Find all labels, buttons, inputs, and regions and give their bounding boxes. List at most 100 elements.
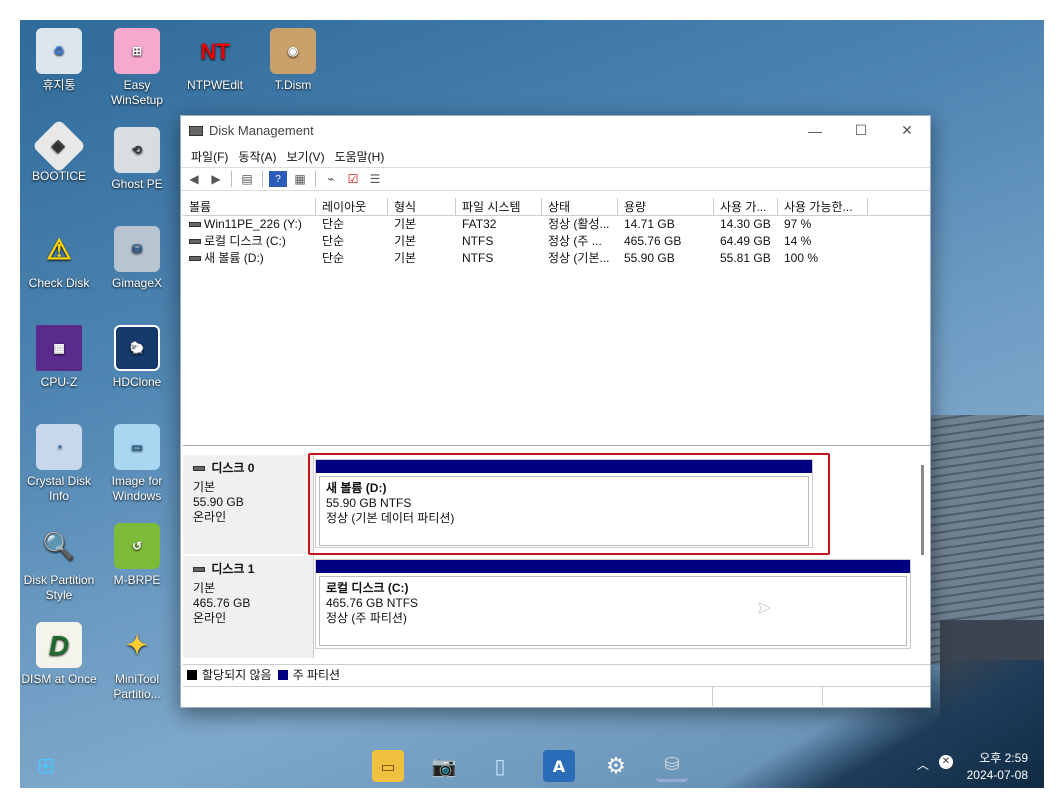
desktop-icon-minitool[interactable]: ✦ MiniTool Partitio...: [98, 622, 176, 702]
letter-d-icon: D: [36, 622, 82, 668]
partition-title: 로컬 디스크 (C:): [326, 581, 409, 595]
drive-icon: [189, 239, 201, 245]
volume-free-space: 14.30 GB: [720, 217, 771, 231]
checklist-icon[interactable]: ☑: [344, 171, 362, 187]
maximize-button[interactable]: ☐: [838, 116, 884, 145]
tray-chevron-icon[interactable]: ︿: [917, 756, 929, 773]
desktop-icon-tdism[interactable]: ◉ T.Dism: [254, 28, 332, 93]
disk-kind: 기본: [193, 480, 216, 494]
drive-icon: [193, 466, 205, 472]
legend: 할당되지 않음 주 파티션: [183, 664, 930, 684]
desktop-icon-cpu-z[interactable]: ▦ CPU-Z: [20, 325, 98, 390]
desktop-icon-label: Crystal Disk Info: [26, 474, 91, 503]
help-icon[interactable]: ?: [269, 171, 287, 187]
volume-list-header: 볼륨 레이아웃 형식 파일 시스템 상태 용량 사용 가... 사용 가능한..…: [183, 198, 930, 216]
desktop-icon-dism-at-once[interactable]: D DISM at Once: [20, 622, 98, 687]
disk-1-label[interactable]: 디스크 1 기본 465.76 GB 온라인: [183, 556, 314, 658]
floppy-disk-icon: ▣: [32, 119, 86, 173]
desktop-icon-m-brpe[interactable]: ↺ M-BRPE: [98, 523, 176, 588]
desktop-icon-crystal-disk-info[interactable]: ◔ Crystal Disk Info: [20, 424, 98, 504]
settings-list-icon[interactable]: ☰: [366, 171, 384, 187]
drive-icon: [189, 222, 201, 228]
warning-drive-icon: ⚠: [46, 233, 72, 265]
close-button[interactable]: ✕: [884, 116, 930, 145]
file-explorer-icon[interactable]: ▭: [372, 750, 404, 782]
screenshot-tool-icon[interactable]: 📷: [428, 750, 460, 782]
wand-drive-icon: ✦: [126, 629, 148, 660]
desktop-icon-image-for-windows[interactable]: ▭ Image for Windows: [98, 424, 176, 504]
disk-size: 465.76 GB: [193, 596, 251, 610]
restore-drive-icon: ⟲: [114, 127, 160, 173]
graph-scrollbar[interactable]: [921, 465, 924, 555]
menu-view[interactable]: 보기(V): [282, 148, 328, 165]
desktop-icon-bootice[interactable]: ▣ BOOTICE: [20, 119, 98, 184]
desktop-icon-label: HDClone: [112, 375, 162, 389]
volume-type: 기본: [394, 217, 417, 231]
properties-icon[interactable]: ▦: [291, 171, 309, 187]
desktop-icon-label: T.Dism: [274, 78, 312, 92]
display-tool-icon[interactable]: ▯: [484, 750, 516, 782]
desktop-icon-check-disk[interactable]: ⚠ Check Disk: [20, 226, 98, 291]
console-tree-icon[interactable]: ▤: [238, 171, 256, 187]
sheep-drive-icon: 🐑: [114, 325, 160, 371]
table-row[interactable]: Win11PE_226 (Y:) 단순 기본 FAT32 정상 (활성... 1…: [183, 216, 930, 233]
column-header-free-space[interactable]: 사용 가...: [714, 198, 778, 215]
column-header-capacity[interactable]: 용량: [618, 198, 714, 215]
primary-partition-bar: [316, 560, 910, 573]
menu-help[interactable]: 도움말(H): [331, 148, 389, 165]
legend-unallocated-swatch: [187, 669, 197, 680]
desktop-icon-ghost-pe[interactable]: ⟲ Ghost PE: [98, 127, 176, 192]
clock[interactable]: 오후 2:59 2024-07-08: [967, 750, 1028, 784]
legend-unallocated-label: 할당되지 않음: [202, 668, 272, 682]
tray-close-icon[interactable]: ✕: [939, 755, 953, 769]
volume-type: 기본: [394, 251, 417, 265]
legend-primary-label: 주 파티션: [292, 668, 341, 682]
drive-icon: [189, 256, 201, 262]
desktop-icon-ntpwedit[interactable]: NT NTPWEdit: [176, 28, 254, 93]
windows-logo-icon: ⊞: [114, 28, 160, 74]
table-row[interactable]: 로컬 디스크 (C:) 단순 기본 NTFS 정상 (주 ... 465.76 …: [183, 233, 930, 250]
settings-gear-icon[interactable]: ⚙: [600, 750, 632, 782]
clock-time: 오후 2:59: [979, 751, 1028, 765]
app-a-icon[interactable]: A: [543, 750, 575, 782]
cpu-chip-icon: ▦: [36, 325, 82, 371]
desktop-icon-hdclone[interactable]: 🐑 HDClone: [98, 325, 176, 390]
disk-state: 온라인: [193, 611, 227, 625]
clock-date: 2024-07-08: [966, 768, 1028, 782]
desktop-icon-label: CPU-Z: [40, 375, 78, 389]
disk-0-label[interactable]: 디스크 0 기본 55.90 GB 온라인: [183, 455, 314, 554]
column-header-layout[interactable]: 레이아웃: [316, 198, 388, 215]
status-pane: [713, 687, 823, 706]
volume-percent-free: 100 %: [784, 251, 819, 265]
start-windows-icon[interactable]: ⊞: [30, 750, 62, 782]
back-arrow-icon[interactable]: ◀: [185, 171, 203, 187]
table-row[interactable]: 새 볼륨 (D:) 단순 기본 NTFS 정상 (기본... 55.90 GB …: [183, 250, 930, 267]
minimize-button[interactable]: —: [792, 116, 838, 145]
volume-status: 정상 (활성...: [548, 217, 610, 231]
disk-name: 디스크 1: [211, 562, 255, 576]
desktop-icon-recycle-bin[interactable]: ♻ 휴지통: [20, 28, 98, 93]
column-header-filesystem[interactable]: 파일 시스템: [456, 198, 542, 215]
menu-file[interactable]: 파일(F): [187, 148, 232, 165]
drive-icon: [193, 567, 205, 573]
desktop-icon-label: 휴지통: [42, 78, 76, 92]
title-bar[interactable]: Disk Management — ☐ ✕: [181, 116, 930, 145]
volume-type: 기본: [394, 234, 417, 248]
desktop-icon-label: GimageX: [111, 276, 163, 290]
desktop-icon-disk-partition-style[interactable]: 🔍 Disk Partition Style: [20, 523, 98, 603]
forward-arrow-icon[interactable]: ▶: [207, 171, 225, 187]
partition-c[interactable]: 로컬 디스크 (C:) 465.76 GB NTFS 정상 (주 파티션): [315, 559, 911, 649]
volume-free-space: 55.81 GB: [720, 251, 771, 265]
disk-management-taskbar-icon[interactable]: ⛁: [656, 750, 688, 782]
desktop-icon-gimagex[interactable]: ⛁ GimageX: [98, 226, 176, 291]
column-header-status[interactable]: 상태: [542, 198, 618, 215]
menu-action[interactable]: 동작(A): [234, 148, 280, 165]
connect-drive-icon[interactable]: ⌁: [322, 171, 340, 187]
column-header-type[interactable]: 형식: [388, 198, 456, 215]
column-header-volume[interactable]: 볼륨: [183, 198, 316, 215]
volume-list: 볼륨 레이아웃 형식 파일 시스템 상태 용량 사용 가... 사용 가능한..…: [183, 198, 930, 446]
key-icon: NT: [200, 38, 230, 64]
column-header-percent-free[interactable]: 사용 가능한...: [778, 198, 868, 215]
desktop-icon-easy-winsetup[interactable]: ⊞ Easy WinSetup: [98, 28, 176, 108]
volume-percent-free: 14 %: [784, 234, 812, 248]
